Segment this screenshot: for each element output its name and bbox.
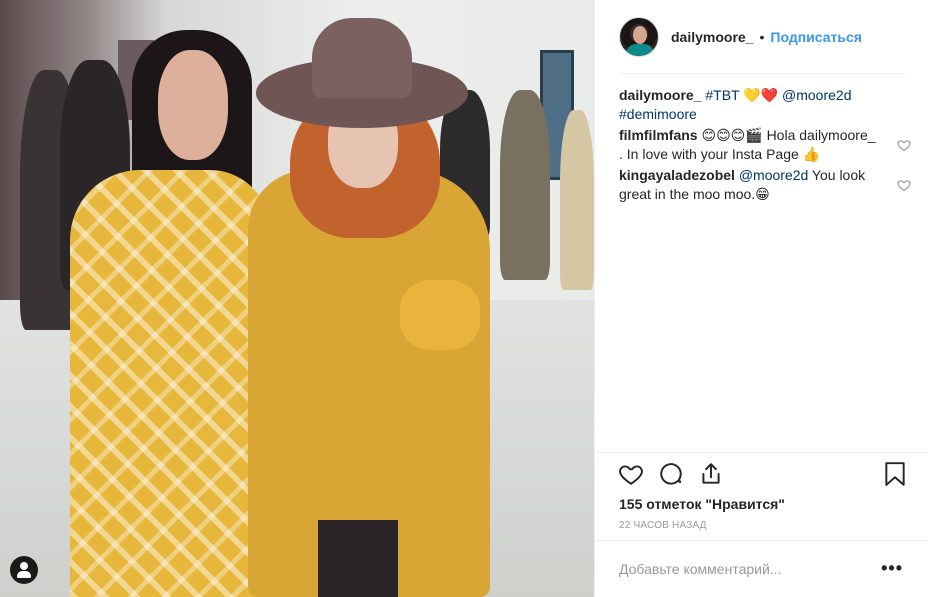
- comment-author[interactable]: filmfilmfans: [619, 127, 698, 143]
- comment-mention[interactable]: @moore2d: [739, 167, 808, 183]
- post-side-panel: dailymoore_ • Подписаться dailymoore_ #T…: [594, 0, 928, 597]
- actions-bar: [617, 460, 911, 488]
- header-divider: [619, 73, 905, 74]
- user-tag-icon-head: [20, 562, 28, 570]
- comment-button[interactable]: [657, 460, 685, 488]
- header-username[interactable]: dailymoore_: [671, 29, 753, 45]
- photo-person-left-face: [158, 50, 228, 160]
- like-button[interactable]: [617, 460, 645, 488]
- avatar-face: [633, 26, 647, 44]
- more-options-button[interactable]: •••: [881, 558, 903, 579]
- save-button[interactable]: [881, 460, 909, 488]
- caption: dailymoore_ #TBT 💛❤️ @moore2d #demimoore: [619, 86, 905, 124]
- comments-list: dailymoore_ #TBT 💛❤️ @moore2d #demimoore …: [619, 86, 911, 206]
- post-header: dailymoore_ • Подписаться: [595, 0, 928, 74]
- heart-outline-icon[interactable]: [897, 138, 911, 152]
- comment-author[interactable]: kingayaladezobel: [619, 167, 735, 183]
- follow-button[interactable]: Подписаться: [770, 29, 862, 45]
- bookmark-icon: [885, 462, 905, 486]
- photo-person-left-dress: [70, 170, 270, 597]
- user-tag-icon[interactable]: [10, 556, 38, 584]
- post-timestamp[interactable]: 22 часов назад: [619, 520, 707, 531]
- avatar[interactable]: [619, 17, 659, 57]
- add-comment-section: •••: [595, 540, 928, 597]
- comment-item: kingayaladezobel @moore2d You look great…: [619, 166, 911, 204]
- photo-crowd-person: [560, 110, 594, 290]
- instagram-post: dailymoore_ • Подписаться dailymoore_ #T…: [0, 0, 928, 597]
- photo-hat-crown: [312, 18, 412, 98]
- caption-emoji: 💛❤️: [739, 87, 783, 103]
- comment-input[interactable]: [619, 559, 869, 579]
- heart-outline-icon[interactable]: [897, 178, 911, 192]
- likes-count[interactable]: 155 отметок "Нравится": [619, 496, 785, 512]
- comment-bubble-icon: [660, 463, 682, 485]
- comment-item: filmfilmfans 😊😊😊🎬 Hola dailymoore_ . In …: [619, 126, 911, 164]
- post-photo[interactable]: [0, 0, 594, 597]
- user-tag-icon-body: [17, 571, 31, 578]
- share-upload-icon: [702, 463, 720, 484]
- header-separator-dot: •: [759, 29, 765, 45]
- share-button[interactable]: [697, 460, 725, 488]
- caption-mention[interactable]: @moore2d: [782, 87, 851, 103]
- caption-hashtag-demimoore[interactable]: #demimoore: [619, 106, 697, 122]
- heart-outline-icon: [619, 465, 643, 485]
- caption-hashtag-tbt[interactable]: #TBT: [705, 87, 739, 103]
- photo-crowd-person: [500, 90, 550, 280]
- photo-person-right-sleeve: [400, 280, 480, 350]
- avatar-shirt: [626, 44, 654, 56]
- actions-divider: [595, 452, 928, 453]
- caption-author[interactable]: dailymoore_: [619, 87, 701, 103]
- photo-boots: [318, 520, 398, 597]
